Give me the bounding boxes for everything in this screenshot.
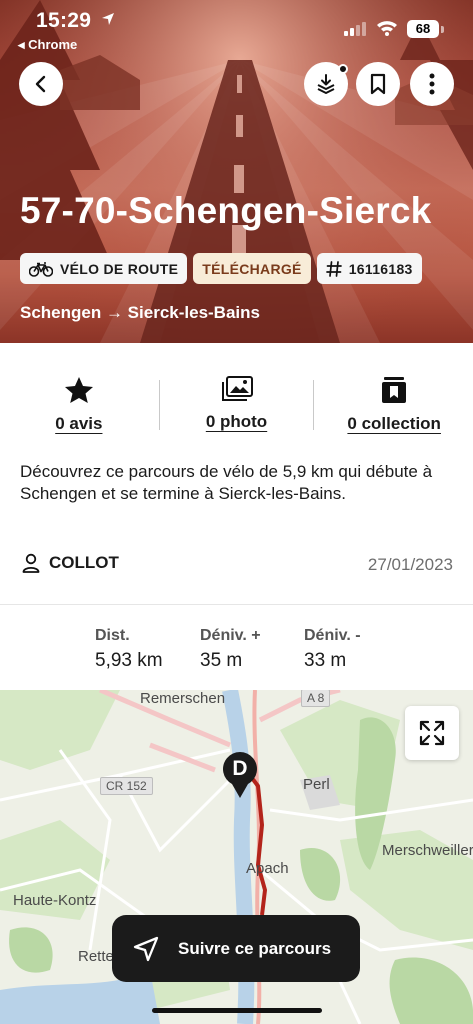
road-tag-a8: A 8 (301, 690, 331, 707)
descent-label: Déniv. - (304, 627, 361, 644)
download-layers-icon (317, 74, 335, 94)
page-title: 57-70-Schengen-Sierck (20, 190, 432, 231)
ascent-metric: Déniv. + 35 m (200, 627, 261, 672)
photos-link[interactable]: 0 photo (206, 412, 267, 432)
activity-tag-label: VÉLO DE ROUTE (60, 260, 179, 277)
collections-stat[interactable]: 0 collection (315, 343, 473, 443)
back-to-app-link[interactable]: ◂ Chrome (18, 37, 77, 53)
route-id-tag: 16116183 (316, 253, 422, 284)
distance-metric: Dist. 5,93 km (95, 627, 163, 672)
follow-route-label[interactable]: Suivre ce parcours (178, 939, 331, 959)
status-time: 15:29 (36, 9, 92, 32)
map-label-remerschen: Remerschen (140, 690, 226, 707)
bookmark-button[interactable] (356, 62, 400, 106)
collection-icon (382, 377, 407, 403)
downloaded-tag-label: TÉLÉCHARGÉ (202, 260, 302, 277)
hash-icon (325, 260, 342, 277)
follow-route-button[interactable]: Suivre ce parcours (112, 915, 360, 982)
navigation-arrow-icon (133, 936, 159, 961)
back-button[interactable] (19, 62, 63, 106)
author-row[interactable]: COLLOT (22, 553, 119, 573)
user-icon (22, 553, 40, 573)
bookmark-icon (370, 73, 386, 95)
downloaded-tag: TÉLÉCHARGÉ (193, 253, 311, 284)
activity-tag: VÉLO DE ROUTE (20, 253, 188, 284)
location-arrow-icon (102, 13, 114, 25)
descent-value: 33 m (304, 650, 347, 671)
home-indicator[interactable] (152, 1008, 322, 1013)
reviews-stat[interactable]: 0 avis (0, 343, 158, 443)
reviews-link[interactable]: 0 avis (55, 414, 102, 434)
divider (313, 380, 314, 430)
more-options-button[interactable] (410, 62, 454, 106)
descent-metric: Déniv. - 33 m (304, 627, 361, 672)
expand-map-button[interactable] (405, 706, 459, 760)
ascent-label: Déniv. + (200, 627, 261, 644)
star-icon (64, 377, 93, 403)
map-label-perl: Perl (303, 776, 330, 793)
road-tag-cr152: CR 152 (100, 777, 153, 795)
social-stats: 0 avis 0 photo 0 collection (0, 343, 473, 443)
photos-stat[interactable]: 0 photo (158, 343, 316, 443)
battery-tip (441, 26, 444, 33)
author-name[interactable]: COLLOT (49, 553, 119, 573)
expand-icon (419, 720, 445, 746)
battery-indicator: 68 (407, 20, 439, 38)
chevron-left-icon (35, 75, 46, 93)
map-label-haute-kontz: Haute-Kontz (13, 892, 97, 909)
vertical-dots-icon (429, 73, 435, 95)
cellular-signal-icon (344, 22, 366, 36)
ascent-value: 35 m (200, 650, 243, 671)
distance-value: 5,93 km (95, 650, 163, 671)
download-badge-dot (338, 64, 348, 74)
map-label-apach: Apach (246, 860, 289, 877)
route-id-label: 16116183 (348, 260, 413, 277)
photos-icon (221, 376, 253, 401)
status-bar: 15:29 ◂ Chrome 68 (0, 0, 473, 58)
map-label-merschweiller: Merschweiller (382, 842, 473, 859)
route-description: Découvrez ce parcours de vélo de 5,9 km … (20, 462, 433, 503)
wifi-icon (377, 21, 397, 36)
distance-label: Dist. (95, 627, 130, 644)
road-bike-icon (29, 261, 53, 277)
route-endpoints: Schengen → Sierck-les-Bains (20, 303, 260, 322)
tag-row: VÉLO DE ROUTE TÉLÉCHARGÉ 16116183 (20, 253, 422, 284)
creation-date: 27/01/2023 (367, 555, 453, 574)
hero-banner: 15:29 ◂ Chrome 68 57-70-Schengen-Sierck (0, 0, 473, 343)
divider (0, 604, 473, 605)
start-marker-label: D (232, 757, 248, 780)
collections-link[interactable]: 0 collection (347, 414, 441, 434)
